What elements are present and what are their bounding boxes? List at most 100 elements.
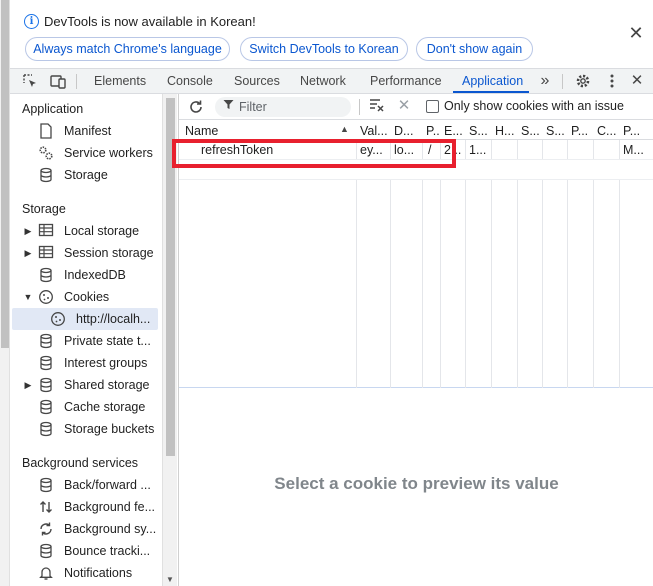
sidebar-scrollbar[interactable]: ▼ bbox=[162, 94, 177, 586]
filter-input[interactable] bbox=[239, 97, 347, 117]
toolbar-divider bbox=[359, 99, 360, 115]
sidebar-item-notifications[interactable]: Notifications bbox=[10, 562, 162, 584]
only-issues-checkbox[interactable] bbox=[426, 100, 439, 113]
page-scrollbar-thumb[interactable] bbox=[1, 0, 9, 348]
section-heading-storage: Storage bbox=[22, 202, 66, 216]
database-icon bbox=[38, 421, 54, 437]
database-icon bbox=[38, 477, 54, 493]
column-header-path[interactable]: P... bbox=[426, 124, 439, 138]
column-header-value[interactable]: Val... bbox=[360, 124, 388, 138]
cookies-panel: ✕ Only show cookies with an issue Name ▲… bbox=[178, 94, 653, 586]
gear-icon[interactable] bbox=[575, 73, 591, 89]
column-header-size[interactable]: S... bbox=[469, 124, 489, 138]
active-tab-indicator bbox=[453, 91, 529, 93]
collapse-arrow-icon[interactable]: ▼ bbox=[23, 286, 33, 308]
database-icon bbox=[38, 377, 54, 393]
always-match-language-button[interactable]: Always match Chrome's language bbox=[25, 37, 230, 61]
column-header-expires[interactable]: E... bbox=[444, 124, 464, 138]
switch-to-korean-button[interactable]: Switch DevTools to Korean bbox=[240, 37, 408, 61]
bell-icon bbox=[38, 565, 54, 581]
infobar-message: DevTools is now available in Korean! bbox=[44, 14, 256, 29]
cookie-icon bbox=[50, 311, 66, 327]
sidebar-item-bounce-tracking[interactable]: Bounce tracki... bbox=[10, 540, 162, 562]
tab-console[interactable]: Console bbox=[167, 69, 213, 93]
sidebar-item-label: Interest groups bbox=[64, 356, 148, 370]
sidebar-item-label: Bounce tracki... bbox=[64, 544, 151, 558]
device-toolbar-icon[interactable] bbox=[50, 73, 66, 89]
sidebar-item-label: Session storage bbox=[64, 246, 154, 260]
refresh-icon[interactable] bbox=[187, 98, 205, 116]
database-icon bbox=[38, 399, 54, 415]
sidebar-item-storage-buckets[interactable]: Storage buckets bbox=[10, 418, 162, 440]
up-down-arrows-icon bbox=[38, 499, 54, 515]
inspect-element-icon[interactable] bbox=[22, 73, 38, 89]
tab-network[interactable]: Network bbox=[300, 69, 346, 93]
tab-elements[interactable]: Elements bbox=[94, 69, 146, 93]
sidebar-item-label: Back/forward ... bbox=[64, 478, 151, 492]
expand-arrow-icon[interactable]: ▶ bbox=[23, 220, 33, 242]
section-heading-application: Application bbox=[22, 102, 84, 116]
cookie-domain-cell: lo... bbox=[394, 143, 415, 157]
more-tabs-icon[interactable]: » bbox=[537, 73, 553, 89]
sidebar-item-shared-storage[interactable]: ▶ Shared storage bbox=[10, 374, 162, 396]
tab-sources[interactable]: Sources bbox=[234, 69, 280, 93]
sidebar-item-local-storage[interactable]: ▶ Local storage bbox=[10, 220, 162, 242]
column-header-priority[interactable]: P... bbox=[623, 124, 643, 138]
column-header-partition-key[interactable]: P... bbox=[571, 124, 591, 138]
cookie-priority-cell: M... bbox=[623, 143, 644, 157]
database-icon bbox=[38, 267, 54, 283]
sidebar-item-cookies[interactable]: ▼ Cookies bbox=[10, 286, 162, 308]
tab-performance[interactable]: Performance bbox=[370, 69, 442, 93]
sidebar-item-session-storage[interactable]: ▶ Session storage bbox=[10, 242, 162, 264]
expand-arrow-icon[interactable]: ▶ bbox=[23, 374, 33, 396]
sidebar-item-private-state-tokens[interactable]: Private state t... bbox=[10, 330, 162, 352]
delete-selected-icon[interactable]: ✕ bbox=[395, 97, 413, 115]
column-header-cross-site[interactable]: C... bbox=[597, 124, 617, 138]
cookie-preview-placeholder: Select a cookie to preview its value bbox=[274, 474, 559, 493]
sidebar-item-service-workers[interactable]: Service workers bbox=[10, 142, 162, 164]
column-header-name[interactable]: Name bbox=[185, 124, 335, 138]
tab-application[interactable]: Application bbox=[462, 69, 523, 93]
sidebar-item-cookie-origin[interactable]: http://localh... bbox=[12, 308, 158, 330]
cookie-icon bbox=[38, 289, 54, 305]
section-heading-background-services: Background services bbox=[22, 456, 139, 470]
close-devtools-icon[interactable]: ✕ bbox=[629, 73, 645, 89]
kebab-menu-icon[interactable] bbox=[604, 73, 620, 89]
filter-box[interactable] bbox=[215, 97, 351, 117]
database-icon bbox=[38, 333, 54, 349]
sidebar-item-manifest[interactable]: Manifest bbox=[10, 120, 162, 142]
only-issues-label: Only show cookies with an issue bbox=[444, 99, 624, 113]
sidebar-item-storage[interactable]: Storage bbox=[10, 164, 162, 186]
sidebar-item-label: Manifest bbox=[64, 124, 112, 138]
sidebar-item-background-fetch[interactable]: Background fe... bbox=[10, 496, 162, 518]
sidebar-scrollbar-thumb[interactable] bbox=[166, 98, 175, 456]
table-row[interactable]: refreshToken ey... lo... / 2... 1... M..… bbox=[179, 140, 653, 160]
sidebar-item-label: Shared storage bbox=[64, 378, 150, 392]
expand-arrow-icon[interactable]: ▶ bbox=[23, 242, 33, 264]
close-icon[interactable]: ✕ bbox=[627, 24, 645, 42]
filter-icon bbox=[223, 99, 234, 113]
column-header-domain[interactable]: D... bbox=[394, 124, 420, 138]
sidebar-item-background-sync[interactable]: Background sy... bbox=[10, 518, 162, 540]
table-icon bbox=[38, 223, 54, 239]
scroll-down-arrow-icon[interactable]: ▼ bbox=[166, 575, 174, 584]
dont-show-again-button[interactable]: Don't show again bbox=[416, 37, 533, 61]
sidebar-item-label: Private state t... bbox=[64, 334, 151, 348]
clear-filtered-cookies-icon[interactable] bbox=[368, 97, 386, 115]
sidebar-item-cache-storage[interactable]: Cache storage bbox=[10, 396, 162, 418]
column-header-samesite[interactable]: S... bbox=[546, 124, 566, 138]
tabstrip-divider bbox=[76, 74, 77, 89]
gears-icon bbox=[38, 145, 54, 161]
cookie-size-cell: 1... bbox=[469, 143, 487, 157]
page-scrollbar[interactable] bbox=[0, 0, 10, 586]
sidebar-item-back-forward-cache[interactable]: Back/forward ... bbox=[10, 474, 162, 496]
table-header: Name ▲ Val... D... P... E... S... H... S… bbox=[179, 120, 653, 140]
column-header-secure[interactable]: S... bbox=[521, 124, 541, 138]
column-header-httponly[interactable]: H... bbox=[495, 124, 515, 138]
sidebar-item-label: Local storage bbox=[64, 224, 140, 238]
sort-ascending-icon[interactable]: ▲ bbox=[340, 124, 349, 134]
sidebar-item-indexeddb[interactable]: IndexedDB bbox=[10, 264, 162, 286]
sidebar-item-interest-groups[interactable]: Interest groups bbox=[10, 352, 162, 374]
cookie-name-cell: refreshToken bbox=[201, 143, 274, 157]
sync-icon bbox=[38, 521, 54, 537]
